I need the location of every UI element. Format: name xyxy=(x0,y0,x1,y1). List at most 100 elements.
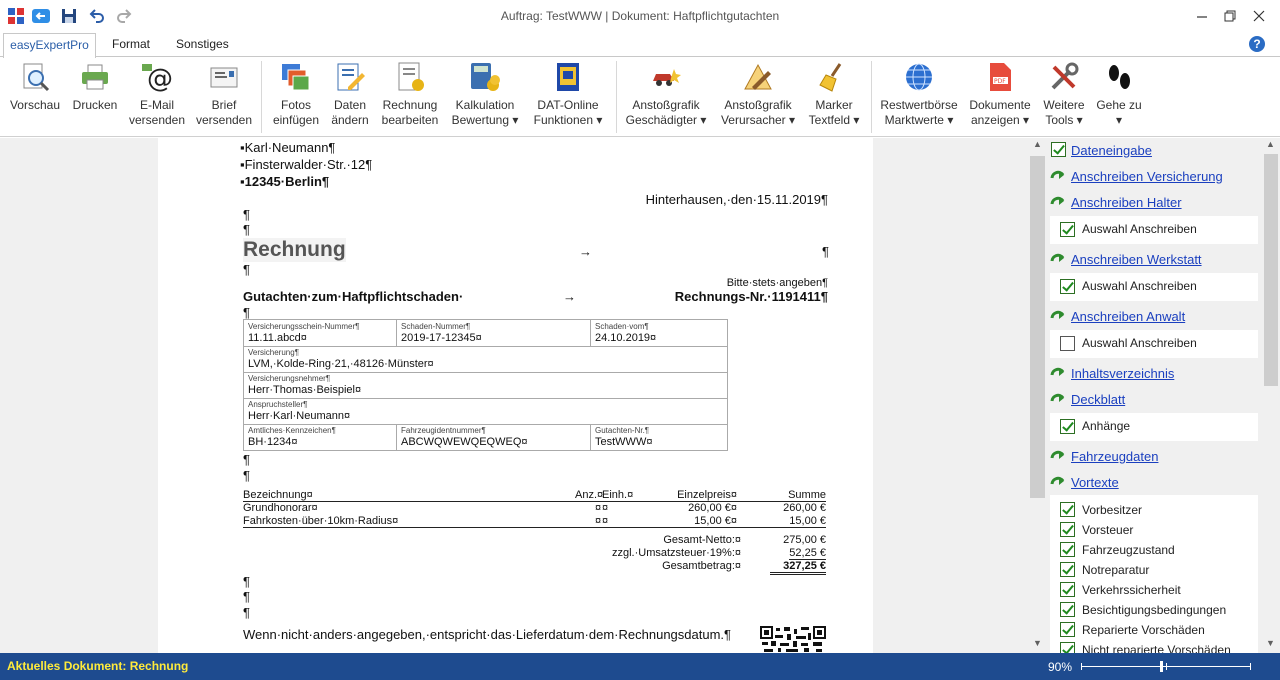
preview-button[interactable]: Vorschau xyxy=(5,57,65,135)
item-description: Grundhonorar¤ xyxy=(243,502,318,514)
nav-link[interactable]: Anschreiben Versicherung xyxy=(1071,169,1223,184)
list-item[interactable]: Verkehrssicherheit xyxy=(1050,581,1258,601)
broom-icon xyxy=(819,63,842,92)
list-item[interactable]: Fahrzeugzustand xyxy=(1050,541,1258,561)
edit-data-icon xyxy=(337,63,365,91)
list-item[interactable]: Notreparatur xyxy=(1050,561,1258,581)
calculation-label-2: Bewertung ▾ xyxy=(451,113,519,127)
zoom-slider[interactable] xyxy=(1081,661,1251,672)
claimant: Herr·Karl·Neumann¤ xyxy=(248,410,351,422)
dat-online-button[interactable]: DAT-Online Funktionen ▾ xyxy=(529,57,607,135)
sub-option-halter[interactable]: Auswahl Anschreiben xyxy=(1050,216,1258,244)
nav-item-dateneingabe[interactable]: Dateneingabe xyxy=(1046,138,1262,164)
checkbox[interactable] xyxy=(1060,336,1075,351)
restore-icon[interactable] xyxy=(1222,8,1238,24)
policy-number: 11.11.abcd¤ xyxy=(248,332,307,344)
nav-link[interactable]: Fahrzeugdaten xyxy=(1071,449,1158,464)
minimize-icon[interactable] xyxy=(1194,8,1210,24)
nav-link[interactable]: Anschreiben Werkstatt xyxy=(1071,252,1202,267)
checkbox[interactable] xyxy=(1060,502,1075,517)
show-documents-button[interactable]: PDF Dokumente anzeigen ▾ xyxy=(965,57,1035,135)
checkbox[interactable] xyxy=(1060,602,1075,617)
document-page[interactable]: ▪Karl·Neumann¶ ▪Finsterwalder·Str.·12¶ ▪… xyxy=(158,138,873,653)
more-tools-button[interactable]: Weitere Tools ▾ xyxy=(1038,57,1090,135)
list-item[interactable]: Vorbesitzer xyxy=(1050,501,1258,521)
sub-option-anhaenge[interactable]: Anhänge xyxy=(1050,413,1258,441)
sub-option-label: Auswahl Anschreiben xyxy=(1082,279,1197,293)
scroll-up-icon[interactable]: ▲ xyxy=(1262,139,1279,153)
edit-invoice-button[interactable]: Rechnung bearbeiten xyxy=(378,57,442,135)
tab-arrow: → xyxy=(563,289,576,304)
checkbox[interactable] xyxy=(1060,622,1075,637)
list-item-label: Fahrzeugzustand xyxy=(1082,543,1175,557)
delivery-date-note: Wenn·nicht·anders·angegeben,·entspricht·… xyxy=(243,627,732,642)
checkbox[interactable] xyxy=(1060,419,1075,434)
sub-option-anwalt[interactable]: Auswahl Anschreiben xyxy=(1050,330,1258,358)
scroll-up-icon[interactable]: ▲ xyxy=(1029,139,1046,153)
calculation-label-1: Kalkulation xyxy=(455,98,515,112)
residual-label-2: Marktwerte ▾ xyxy=(884,113,954,127)
list-item[interactable]: Reparierte Vorschäden xyxy=(1050,621,1258,641)
list-item[interactable]: Vorsteuer xyxy=(1050,521,1258,541)
status-bar: Aktuelles Dokument: Rechnung 90% xyxy=(0,653,1280,680)
claim-number-label: Schaden-Nummer¶ xyxy=(401,322,471,331)
calculation-button[interactable]: Kalkulation Bewertung ▾ xyxy=(447,57,523,135)
nav-item-anschreiben-werkstatt[interactable]: Anschreiben Werkstatt xyxy=(1046,247,1262,273)
help-icon[interactable]: ? xyxy=(1249,36,1265,52)
list-item[interactable]: Besichtigungsbedingungen xyxy=(1050,601,1258,621)
tab-easyexpertpro[interactable]: easyExpertPro xyxy=(3,33,96,58)
email-button[interactable]: @ E-Mail versenden xyxy=(124,57,190,135)
goto-button[interactable]: Gehe zu ▾ xyxy=(1093,57,1145,135)
checkbox[interactable] xyxy=(1060,222,1075,237)
letter-button[interactable]: Brief versenden xyxy=(192,57,256,135)
scroll-down-icon[interactable]: ▼ xyxy=(1262,638,1279,652)
marker-textfield-button[interactable]: Marker Textfeld ▾ xyxy=(804,57,864,135)
nav-link[interactable]: Dateneingabe xyxy=(1071,143,1152,158)
checkbox[interactable] xyxy=(1060,522,1075,537)
nav-item-inhaltsverzeichnis[interactable]: Inhaltsverzeichnis xyxy=(1046,361,1262,387)
policy-number-label: Versicherungsschein-Nummer¶ xyxy=(248,322,360,331)
nav-item-anschreiben-halter[interactable]: Anschreiben Halter xyxy=(1046,190,1262,216)
please-quote-note: Bitte·stets·angeben¶ xyxy=(726,277,828,289)
close-icon[interactable] xyxy=(1251,8,1267,24)
nav-link[interactable]: Inhaltsverzeichnis xyxy=(1071,366,1174,381)
checkbox[interactable] xyxy=(1060,562,1075,577)
residual-value-button[interactable]: Restwertbörse Marktwerte ▾ xyxy=(877,57,961,135)
list-item[interactable]: Nicht reparierte Vorschäden xyxy=(1050,641,1258,653)
nav-link[interactable]: Vortexte xyxy=(1071,475,1119,490)
nav-item-vortexte[interactable]: Vortexte xyxy=(1046,470,1262,496)
scroll-thumb[interactable] xyxy=(1264,154,1278,386)
nav-item-deckblatt[interactable]: Deckblatt xyxy=(1046,387,1262,413)
nav-item-anschreiben-versicherung[interactable]: Anschreiben Versicherung xyxy=(1046,164,1262,190)
nav-link[interactable]: Anschreiben Anwalt xyxy=(1071,309,1185,324)
sub-option-werkstatt[interactable]: Auswahl Anschreiben xyxy=(1050,273,1258,301)
list-item-label: Notreparatur xyxy=(1082,563,1150,577)
checkbox[interactable] xyxy=(1060,582,1075,597)
tab-sonstiges[interactable]: Sonstiges xyxy=(176,33,229,57)
report-number-label: Gutachten-Nr.¶ xyxy=(595,426,650,435)
zoom-slider-handle[interactable] xyxy=(1160,661,1163,672)
marker-label-2: Textfeld ▾ xyxy=(808,113,860,127)
impact-graphic-causer-button[interactable]: Anstoßgrafik Verursacher ▾ xyxy=(717,57,799,135)
document-scrollbar[interactable]: ▲ ▼ xyxy=(1029,138,1046,653)
tab-format[interactable]: Format xyxy=(112,33,150,57)
nav-link[interactable]: Deckblatt xyxy=(1071,392,1125,407)
impact-graphic-injured-button[interactable]: Anstoßgrafik Geschädigter ▾ xyxy=(622,57,710,135)
qr-code-icon xyxy=(760,626,826,653)
edit-data-button[interactable]: Daten ändern xyxy=(326,57,374,135)
panel-scrollbar[interactable]: ▲ ▼ xyxy=(1262,138,1280,653)
checkbox[interactable] xyxy=(1060,542,1075,557)
checkbox[interactable] xyxy=(1060,279,1075,294)
address-street: ▪Finsterwalder·Str.·12¶ xyxy=(240,157,373,172)
insert-photos-button[interactable]: Fotos einfügen xyxy=(267,57,325,135)
scroll-down-icon[interactable]: ▼ xyxy=(1029,638,1046,652)
nav-item-fahrzeugdaten[interactable]: Fahrzeugdaten xyxy=(1046,444,1262,470)
nav-link[interactable]: Anschreiben Halter xyxy=(1071,195,1182,210)
print-button[interactable]: Drucken xyxy=(66,57,124,135)
scroll-thumb[interactable] xyxy=(1030,156,1045,498)
documents-label-1: Dokumente xyxy=(969,98,1031,112)
go-arrow-icon xyxy=(1050,476,1065,485)
checkbox[interactable] xyxy=(1060,642,1075,653)
letter-icon xyxy=(210,67,238,88)
nav-item-anschreiben-anwalt[interactable]: Anschreiben Anwalt xyxy=(1046,304,1262,330)
